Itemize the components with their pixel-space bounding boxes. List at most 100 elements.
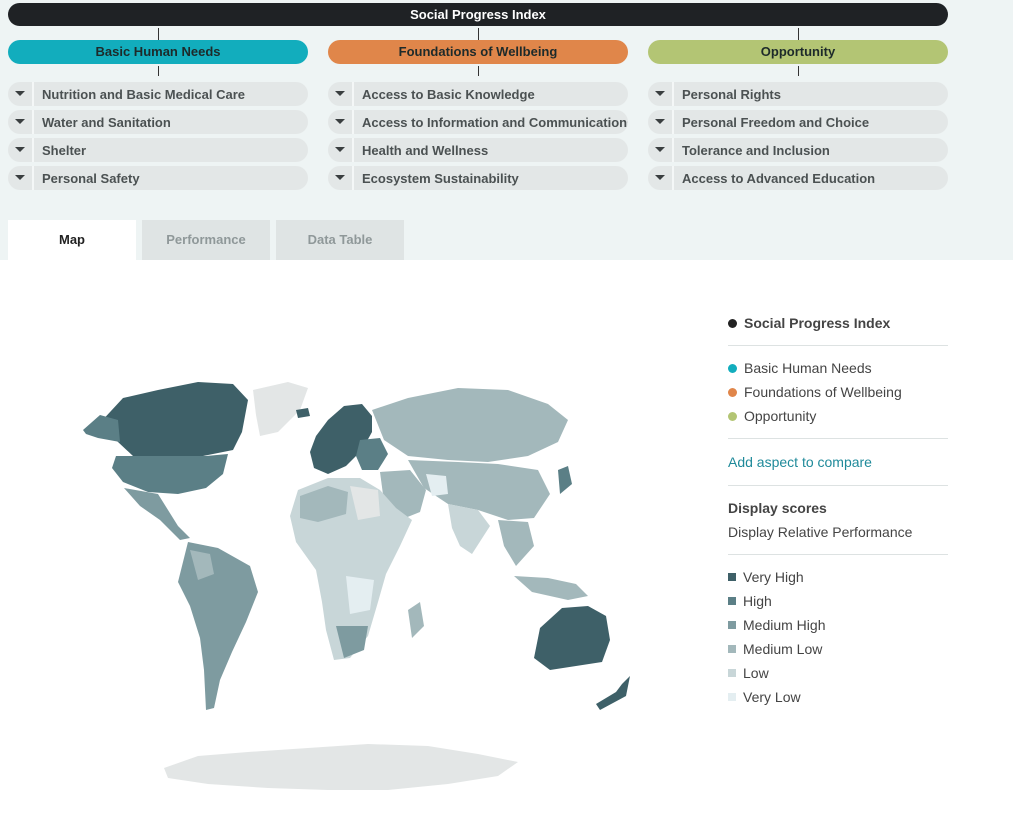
add-aspect-link[interactable]: Add aspect to compare [728, 454, 872, 470]
region-europe-east[interactable] [356, 438, 388, 470]
component-label: Health and Wellness [362, 142, 489, 158]
region-madagascar[interactable] [408, 602, 424, 638]
connector-line [798, 66, 799, 76]
component-label: Access to Advanced Education [682, 170, 876, 186]
aspect-label: Opportunity [744, 408, 817, 424]
aspect-dot-icon [728, 363, 737, 373]
region-usa[interactable] [112, 454, 228, 494]
legend-index-label: Social Progress Index [744, 315, 891, 331]
dimension-foundations-of-wellbeing[interactable]: Foundations of Wellbeing [328, 40, 628, 64]
spi-title-bar[interactable]: Social Progress Index [8, 3, 948, 26]
tier-swatch-icon [728, 693, 736, 701]
tier-low: Low [728, 665, 769, 681]
region-australia[interactable] [534, 606, 610, 670]
component-label: Tolerance and Inclusion [682, 142, 830, 158]
index-dot-icon [728, 318, 737, 328]
connector-line [478, 28, 479, 40]
legend-index[interactable]: Social Progress Index [728, 315, 890, 331]
display-mode-toggle[interactable]: Display Relative Performance [728, 524, 912, 540]
tier-swatch-icon [728, 645, 736, 653]
component-shelter[interactable]: Shelter [8, 138, 308, 162]
component-label: Personal Rights [682, 86, 781, 102]
tier-very-high: Very High [728, 569, 804, 585]
dropdown-arrow-icon[interactable] [8, 138, 34, 162]
legend-aspect-basic-human-needs[interactable]: Basic Human Needs [728, 360, 872, 376]
divider [728, 485, 948, 486]
tier-label: Very High [743, 569, 804, 585]
divider [728, 438, 948, 439]
dropdown-arrow-icon[interactable] [648, 82, 674, 106]
component-label: Nutrition and Basic Medical Care [42, 86, 245, 102]
connector-line [798, 28, 799, 40]
component-access-information-communications[interactable]: Access to Information and Communications [328, 110, 628, 134]
region-canada[interactable] [98, 382, 248, 456]
dimension-label: Opportunity [760, 44, 836, 59]
aspect-label: Basic Human Needs [744, 360, 872, 376]
connector-line [158, 66, 159, 76]
region-southeast-asia[interactable] [498, 520, 534, 566]
dropdown-arrow-icon[interactable] [8, 166, 34, 190]
region-japan[interactable] [558, 466, 572, 494]
component-label: Water and Sanitation [42, 114, 171, 130]
component-label: Access to Basic Knowledge [362, 86, 535, 102]
world-map[interactable] [28, 370, 678, 800]
tier-label: Medium Low [743, 641, 823, 657]
tier-medium-high: Medium High [728, 617, 825, 633]
region-afghanistan[interactable] [426, 474, 448, 496]
region-south-america[interactable] [178, 542, 258, 710]
component-nutrition-basic-medical-care[interactable]: Nutrition and Basic Medical Care [8, 82, 308, 106]
tier-label: Very Low [743, 689, 801, 705]
region-central-africa[interactable] [346, 576, 374, 614]
tab-data-table[interactable]: Data Table [276, 220, 404, 260]
dropdown-arrow-icon[interactable] [648, 138, 674, 162]
display-scores-heading-text: Display scores [728, 500, 827, 516]
aspect-label: Foundations of Wellbeing [744, 384, 902, 400]
region-greenland[interactable] [253, 382, 308, 436]
tier-swatch-icon [728, 669, 736, 677]
region-indonesia[interactable] [514, 576, 588, 600]
dropdown-arrow-icon[interactable] [8, 82, 34, 106]
aspect-dot-icon [728, 387, 737, 397]
display-scores-heading: Display scores [728, 500, 827, 516]
dropdown-arrow-icon[interactable] [328, 138, 354, 162]
tier-very-low: Very Low [728, 689, 801, 705]
dimension-basic-human-needs[interactable]: Basic Human Needs [8, 40, 308, 64]
tier-swatch-icon [728, 573, 736, 581]
dropdown-arrow-icon[interactable] [328, 166, 354, 190]
component-personal-safety[interactable]: Personal Safety [8, 166, 308, 190]
dimension-label: Foundations of Wellbeing [398, 44, 558, 59]
tier-label: High [743, 593, 772, 609]
tier-label: Low [743, 665, 769, 681]
region-mexico[interactable] [124, 488, 190, 540]
dropdown-arrow-icon[interactable] [328, 82, 354, 106]
component-label: Ecosystem Sustainability [362, 170, 519, 186]
component-health-wellness[interactable]: Health and Wellness [328, 138, 628, 162]
dropdown-arrow-icon[interactable] [328, 110, 354, 134]
dropdown-arrow-icon[interactable] [648, 166, 674, 190]
component-ecosystem-sustainability[interactable]: Ecosystem Sustainability [328, 166, 628, 190]
region-russia[interactable] [372, 388, 568, 462]
component-water-sanitation[interactable]: Water and Sanitation [8, 110, 308, 134]
tab-map[interactable]: Map [8, 220, 136, 260]
dropdown-arrow-icon[interactable] [648, 110, 674, 134]
legend-aspect-opportunity[interactable]: Opportunity [728, 408, 816, 424]
tier-high: High [728, 593, 772, 609]
tab-performance[interactable]: Performance [142, 220, 270, 260]
connector-line [478, 66, 479, 76]
component-personal-freedom-choice[interactable]: Personal Freedom and Choice [648, 110, 948, 134]
tier-label: Medium High [743, 617, 826, 633]
dimension-opportunity[interactable]: Opportunity [648, 40, 948, 64]
component-personal-rights[interactable]: Personal Rights [648, 82, 948, 106]
dropdown-arrow-icon[interactable] [8, 110, 34, 134]
component-tolerance-inclusion[interactable]: Tolerance and Inclusion [648, 138, 948, 162]
region-alaska[interactable] [83, 415, 120, 442]
tier-medium-low: Medium Low [728, 641, 822, 657]
world-map-svg [83, 382, 630, 790]
component-access-advanced-education[interactable]: Access to Advanced Education [648, 166, 948, 190]
region-china[interactable] [408, 460, 550, 520]
component-access-basic-knowledge[interactable]: Access to Basic Knowledge [328, 82, 628, 106]
divider [728, 345, 948, 346]
legend-aspect-foundations-of-wellbeing[interactable]: Foundations of Wellbeing [728, 384, 902, 400]
region-antarctica[interactable] [164, 744, 518, 790]
region-new-zealand[interactable] [596, 676, 630, 710]
